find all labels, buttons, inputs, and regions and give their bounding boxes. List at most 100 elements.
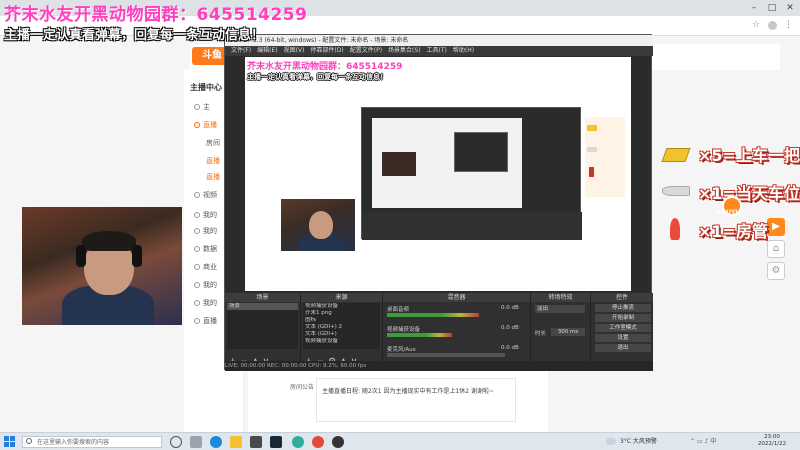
scene-item[interactable]: 场景 (227, 303, 298, 310)
nested-preview (372, 118, 522, 208)
start-recording-button[interactable]: 开始录制 (595, 314, 651, 322)
dock-title: 混音器 (383, 293, 530, 302)
mixer-label: 麦克风/Aux (387, 347, 416, 353)
scenes-list: 场景 (227, 303, 298, 349)
stop-streaming-button[interactable]: 停止推流 (595, 304, 651, 312)
nested-overlay-group: 芥末水友开黑动物园群：645514259 (247, 62, 403, 72)
star-icon[interactable]: ☆ (752, 20, 762, 30)
nested-docks (362, 212, 582, 240)
sidebar-item[interactable]: 我的 (194, 226, 217, 236)
sidebar-item[interactable]: 商业 (194, 262, 217, 272)
exit-button[interactable]: 退出 (595, 344, 651, 352)
sources-list: 视频捕获设备 芥末1 png 图标 文本 (GDI+) 2 文本 (GDI+) … (303, 303, 380, 349)
webcam-feed (22, 207, 182, 325)
menu-item-edit[interactable]: 编辑(E) (257, 47, 277, 54)
circle-icon (194, 192, 200, 198)
mixer-label: 桌面音频 (387, 307, 410, 313)
play-icon[interactable]: ▶ (767, 218, 785, 236)
transitions-dock: 转场特效 淡出 时长 300 ms (531, 293, 591, 371)
announcement-box[interactable] (316, 378, 516, 422)
menu-item-file[interactable]: 文件(F) (231, 47, 251, 54)
sidebar-item-active[interactable]: 直播 (194, 120, 217, 130)
menu-item-profile[interactable]: 配置文件(P) (350, 47, 382, 54)
source-item[interactable]: 文本 (GDI+) (303, 331, 380, 338)
menu-item-docks[interactable]: 停靠部件(D) (310, 47, 343, 54)
mixer-dock: 混音器 桌面音频 0.0 dB 视频捕获设备 0.0 dB 麦克风/Aux 0.… (383, 293, 531, 371)
sidebar-item[interactable]: 我的 (194, 210, 217, 220)
source-item[interactable]: 图标 (303, 317, 380, 324)
circle-icon (194, 122, 200, 128)
sidebar-item[interactable]: 直播 (194, 316, 217, 326)
overlay-group-number: 芥末水友开黑动物园群：645514259 (4, 5, 308, 25)
steam-icon[interactable] (270, 436, 282, 448)
source-item[interactable]: 芥末1 png (303, 310, 380, 317)
dock-title: 来源 (301, 293, 382, 302)
file-explorer-icon[interactable] (230, 436, 242, 448)
mixer-label: 视频捕获设备 (387, 327, 421, 333)
menu-icon[interactable]: ⋮ (784, 19, 793, 31)
duration-input[interactable]: 300 ms (551, 328, 585, 336)
mixer-meter[interactable] (387, 333, 452, 337)
obs-icon[interactable] (332, 436, 344, 448)
circle-icon (194, 264, 200, 270)
task-view-icon[interactable] (190, 436, 202, 448)
windows-start-icon[interactable] (4, 436, 16, 448)
duration-label: 时长 (535, 331, 547, 337)
rocket-icon (670, 218, 680, 240)
source-item[interactable]: 文本 (GDI+) 2 (303, 324, 380, 331)
menu-item-tools[interactable]: 工具(T) (427, 47, 447, 54)
mixer-meter[interactable] (387, 313, 479, 317)
app-icon[interactable] (292, 436, 304, 448)
jet-icon (662, 186, 690, 196)
sidebar-subitem[interactable]: 房间 (206, 138, 220, 148)
badge-logo: DOUYU (716, 209, 741, 216)
menu-item-help[interactable]: 帮助(H) (453, 47, 474, 54)
sidebar-item[interactable]: 我的 (194, 280, 217, 290)
edge-icon[interactable] (210, 436, 222, 448)
obs-preview[interactable]: 芥末水友开黑动物园群：645514259 主播一定认真看弹幕，回复每一条互动信息… (245, 57, 631, 291)
sidebar-subitem[interactable]: 直播 (206, 156, 220, 166)
sidebar-item[interactable]: 主 (194, 102, 210, 112)
settings-button[interactable]: 设置 (595, 334, 651, 342)
menu-item-scene-collection[interactable]: 场景集合(S) (388, 47, 421, 54)
close-button[interactable]: ✕ (784, 3, 796, 13)
studio-mode-button[interactable]: 工作室模式 (595, 324, 651, 332)
sidebar-item[interactable]: 我的 (194, 298, 217, 308)
transition-select[interactable]: 淡出 (535, 305, 585, 313)
sidebar-subitem[interactable]: 直播 (206, 172, 220, 182)
taskbar-search-input[interactable]: 在这里输入你要搜索的内容 (22, 436, 162, 448)
circle-icon (194, 212, 200, 218)
maximize-button[interactable]: □ (766, 3, 778, 13)
system-tray: 3°C 大风预警 ⌃ ▭ ♪ 中 (606, 435, 756, 449)
profile-icon[interactable] (768, 21, 777, 30)
obs-window[interactable]: OBS 27.1.3 (64-bit, windows) - 配置文件: 未命名… (224, 34, 653, 371)
chrome-icon[interactable] (312, 436, 324, 448)
nested-obs-window (361, 107, 582, 240)
nested-cam-small (382, 152, 416, 176)
taskbar-clock[interactable]: 23:00 2022/1/22 (750, 434, 794, 450)
tray-icons[interactable]: ⌃ ▭ ♪ 中 (690, 435, 716, 449)
circle-icon (194, 246, 200, 252)
clock-date: 2022/1/22 (757, 441, 787, 447)
sidebar-item[interactable]: 数据 (194, 244, 217, 254)
cortana-icon[interactable] (170, 436, 182, 448)
announcement-text: 主播直播日程: 随2次1 因为主播现实中有工作是上1休2 谢谢啦~ (322, 388, 495, 395)
dock-title: 转场特效 (531, 293, 590, 302)
mixer-db: 0.0 dB (501, 345, 519, 351)
scenes-dock: 场景 场景 +−∧∨ (225, 293, 301, 371)
menu-item-view[interactable]: 视图(V) (284, 47, 305, 54)
nested-promo (585, 117, 625, 197)
app-icon[interactable] (250, 436, 262, 448)
obs-docks: 场景 场景 +−∧∨ 来源 视频捕获设备 芥末1 png 图标 文本 (GDI+… (225, 293, 653, 371)
source-item[interactable]: 视频捕获设备 (303, 303, 380, 310)
weather-text[interactable]: 3°C 大风预警 (620, 435, 657, 449)
settings-icon[interactable]: ⚙ (767, 262, 785, 280)
promo-line3: ×1=房管 (698, 222, 768, 241)
circle-icon (194, 228, 200, 234)
minimize-button[interactable]: – (748, 3, 760, 13)
sidebar-item[interactable]: 视频 (194, 190, 217, 200)
mixer-meter[interactable] (387, 353, 505, 357)
source-item[interactable]: 视频捕获设备 (303, 338, 380, 345)
home-icon[interactable]: ⌂ (767, 240, 785, 258)
nested-preview-inner (454, 132, 508, 172)
